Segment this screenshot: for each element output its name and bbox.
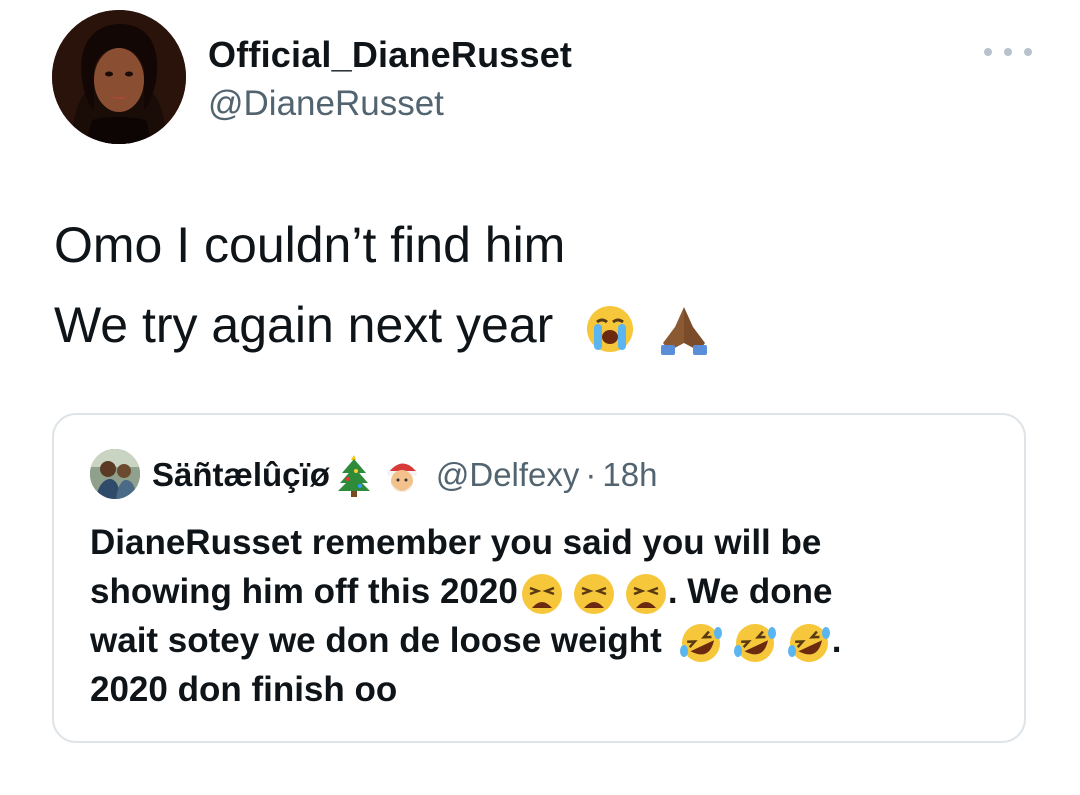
santa-face-icon: [386, 463, 417, 492]
rolling-laughing-face-icon: [679, 623, 722, 662]
quoted-line-2-tail: . We done: [667, 572, 833, 611]
rolling-laughing-face-icon: [733, 623, 776, 662]
weary-face-icon: [573, 573, 614, 614]
rolling-laughing-face-icon: [787, 623, 830, 662]
quoted-line-2: showing him off this 2020 . We done: [90, 567, 990, 616]
quoted-tweet[interactable]: Säñtælûçïø @Delfexy · 18h DianeRusset re…: [52, 413, 1026, 743]
quoted-line-3-text: wait sotey we don de loose weight: [90, 621, 662, 660]
tweet-card: Official_DianeRusset @DianeRusset Omo I …: [0, 0, 1080, 795]
quoted-line-3: wait sotey we don de loose weight .: [90, 616, 990, 665]
author-handle[interactable]: @DianeRusset: [208, 84, 444, 124]
quoted-timestamp[interactable]: 18h: [602, 456, 657, 494]
quoted-line-2-text: showing him off this 2020: [90, 572, 518, 611]
tweet-line-2: We try again next year: [54, 285, 713, 365]
quoted-line-3-tail: .: [831, 621, 842, 660]
quoted-display-name[interactable]: Säñtælûçïø: [152, 456, 330, 494]
quoted-text: DianeRusset remember you said you will b…: [90, 518, 990, 714]
author-display-name[interactable]: Official_DianeRusset: [208, 34, 572, 76]
more-options-icon[interactable]: [984, 40, 1032, 64]
more-dot: [984, 48, 992, 56]
profile-photo-icon: [52, 10, 186, 144]
weary-face-icon: [625, 573, 666, 614]
quoted-author-avatar[interactable]: [90, 449, 140, 499]
quoted-profile-photo-icon: [90, 449, 140, 499]
quoted-handle[interactable]: @Delfexy: [436, 456, 580, 494]
tweet-line-1: Omo I couldn’t find him: [54, 217, 566, 273]
more-dot: [1004, 48, 1012, 56]
quoted-line-4: 2020 don finish oo: [90, 670, 398, 709]
more-dot: [1024, 48, 1032, 56]
tweet-line-2-text: We try again next year: [54, 297, 554, 353]
quoted-header: Säñtælûçïø @Delfexy · 18h: [152, 451, 657, 499]
weary-face-icon: [521, 573, 562, 614]
christmas-tree-icon: [337, 455, 370, 497]
folded-hands-icon: [661, 306, 708, 355]
loudly-crying-face-icon: [587, 305, 634, 352]
author-avatar[interactable]: [52, 10, 186, 144]
quoted-separator: ·: [585, 456, 597, 493]
tweet-text: Omo I couldn’t find him We try again nex…: [54, 205, 713, 365]
quoted-line-1: DianeRusset remember you said you will b…: [90, 523, 822, 562]
